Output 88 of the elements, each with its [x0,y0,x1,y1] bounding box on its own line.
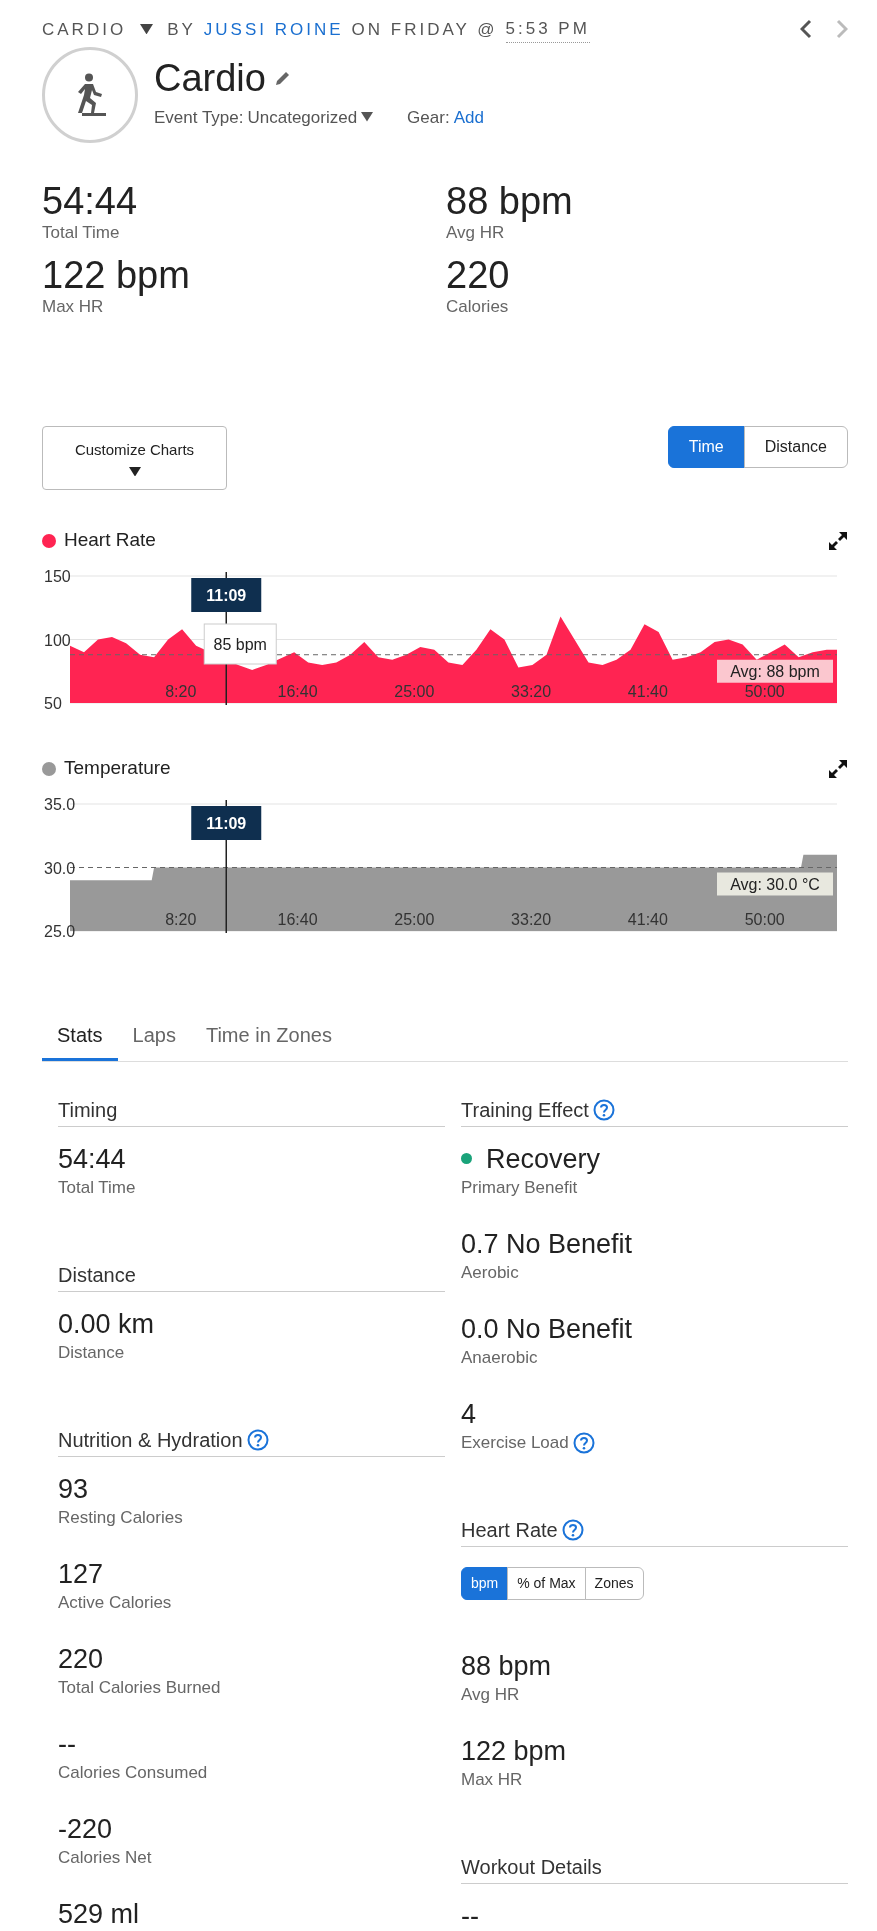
stat-label: Resting Calories [58,1506,183,1529]
stat-label: Total Calories Burned [58,1676,221,1699]
ref-line-label: Avg: 30.0 °C [730,875,820,892]
stat-label: Anaerobic [461,1346,538,1369]
y-tick-label: 30.0 [44,859,76,876]
stat-label: Calories Net [58,1846,152,1869]
average-label: Avg: 30.0 °C [717,872,833,895]
stat-value: 220 [58,1642,104,1676]
stat-value: 4 [461,1397,477,1431]
stat-label: Active Calories [58,1591,172,1614]
tab[interactable]: Laps [117,1013,191,1061]
summary-label: Max HR [42,296,105,317]
unit-toggle-button[interactable]: bpm [461,1566,509,1600]
tab[interactable]: Time in Zones [190,1013,347,1061]
stat-value: 88 bpm [461,1649,552,1683]
section-heading: Training Effect [461,1097,589,1123]
x-tick-label: 8:20 [165,910,197,928]
stat-value: 127 [58,1557,104,1591]
stat-value: -220 [58,1812,113,1846]
unit-toggle-button[interactable]: Zones [584,1566,644,1600]
customize-charts-button[interactable]: Customize Charts [42,425,227,490]
unit-toggle-button[interactable]: % of Max [507,1566,586,1600]
summary-label: Total Time [42,222,121,243]
y-tick-label: 50 [44,694,62,712]
summary-label: Avg HR [446,222,506,243]
add-gear-link[interactable]: Add [453,104,484,130]
stat-value: Recovery [486,1142,601,1176]
x-tick-label: 16:40 [277,910,318,928]
date-text: ON FRIDAY @ [351,18,498,41]
stat-label: Max HR [461,1768,523,1791]
stat-label: Exercise Load [461,1431,569,1454]
stat-value: 0.7 No Benefit [461,1227,633,1261]
summary-value: 220 [446,252,511,297]
x-tick-label: 33:20 [511,910,552,928]
event-type-label: Event Type: [154,106,244,129]
x-tick-label: 8:20 [165,682,197,700]
value-tooltip: 85 bpm [203,623,277,664]
axis-toggle-button[interactable]: Distance [743,425,848,468]
summary-value: 88 bpm [446,178,574,223]
x-tick-label: 41:40 [627,682,668,700]
stat-value: -- [461,1899,479,1931]
stat-value: 0.0 No Benefit [461,1312,633,1346]
x-tick-label: 33:20 [511,682,552,700]
stat-value: 54:44 [58,1142,126,1176]
stat-value: 93 [58,1472,89,1506]
author-link[interactable]: JUSSI ROINE [203,16,344,42]
summary-label: Calories [446,296,510,317]
x-tick-label: 50:00 [744,682,785,700]
stat-value: 0.00 km [58,1307,155,1341]
y-tick-label: 100 [44,631,71,648]
chart-title: Heart Rate [64,528,156,553]
x-tick-label: 16:40 [277,682,318,700]
activity-title: Cardio [154,55,266,101]
section-heading: Heart Rate [461,1517,558,1543]
x-tick-label: 25:00 [394,682,435,700]
stat-label: Avg HR [461,1683,520,1706]
stat-label: Calories Consumed [58,1761,208,1784]
x-tick-label: 50:00 [744,910,785,928]
summary-value: 122 bpm [42,252,191,297]
cursor-time-label: 11:09 [191,805,262,840]
y-tick-label: 35.0 [44,795,76,813]
ref-line-label: Avg: 88 bpm [730,662,820,680]
x-tick-label: 41:40 [627,910,668,928]
stat-value: -- [58,1727,76,1761]
byline-text: BY [167,18,196,41]
y-tick-label: 25.0 [44,922,76,940]
activity-type: CARDIO [42,18,127,41]
stat-value: 122 bpm [461,1734,567,1768]
section-heading: Timing [58,1097,118,1123]
x-tick-label: 25:00 [394,910,435,928]
stat-label: Primary Benefit [461,1176,578,1199]
time-text: 5:53 PM [505,16,590,43]
cursor-time-label: 11:09 [191,577,262,612]
y-tick-label: 150 [44,567,71,585]
section-heading: Nutrition & Hydration [58,1427,243,1453]
stat-label: Aerobic [461,1261,519,1284]
stat-label: Total Time [58,1176,136,1199]
chart-title: Temperature [64,756,171,781]
section-heading: Distance [58,1262,136,1288]
axis-toggle-button[interactable]: Time [667,425,745,468]
average-label: Avg: 88 bpm [717,659,833,683]
section-heading: Workout Details [461,1854,602,1880]
tab[interactable]: Stats [42,1013,118,1061]
gear-label: Gear: [407,106,450,129]
stat-value: 529 ml [58,1897,140,1931]
stat-label: Distance [58,1341,125,1364]
event-type-value[interactable]: Uncategorized [247,104,358,130]
summary-value: 54:44 [42,178,139,223]
